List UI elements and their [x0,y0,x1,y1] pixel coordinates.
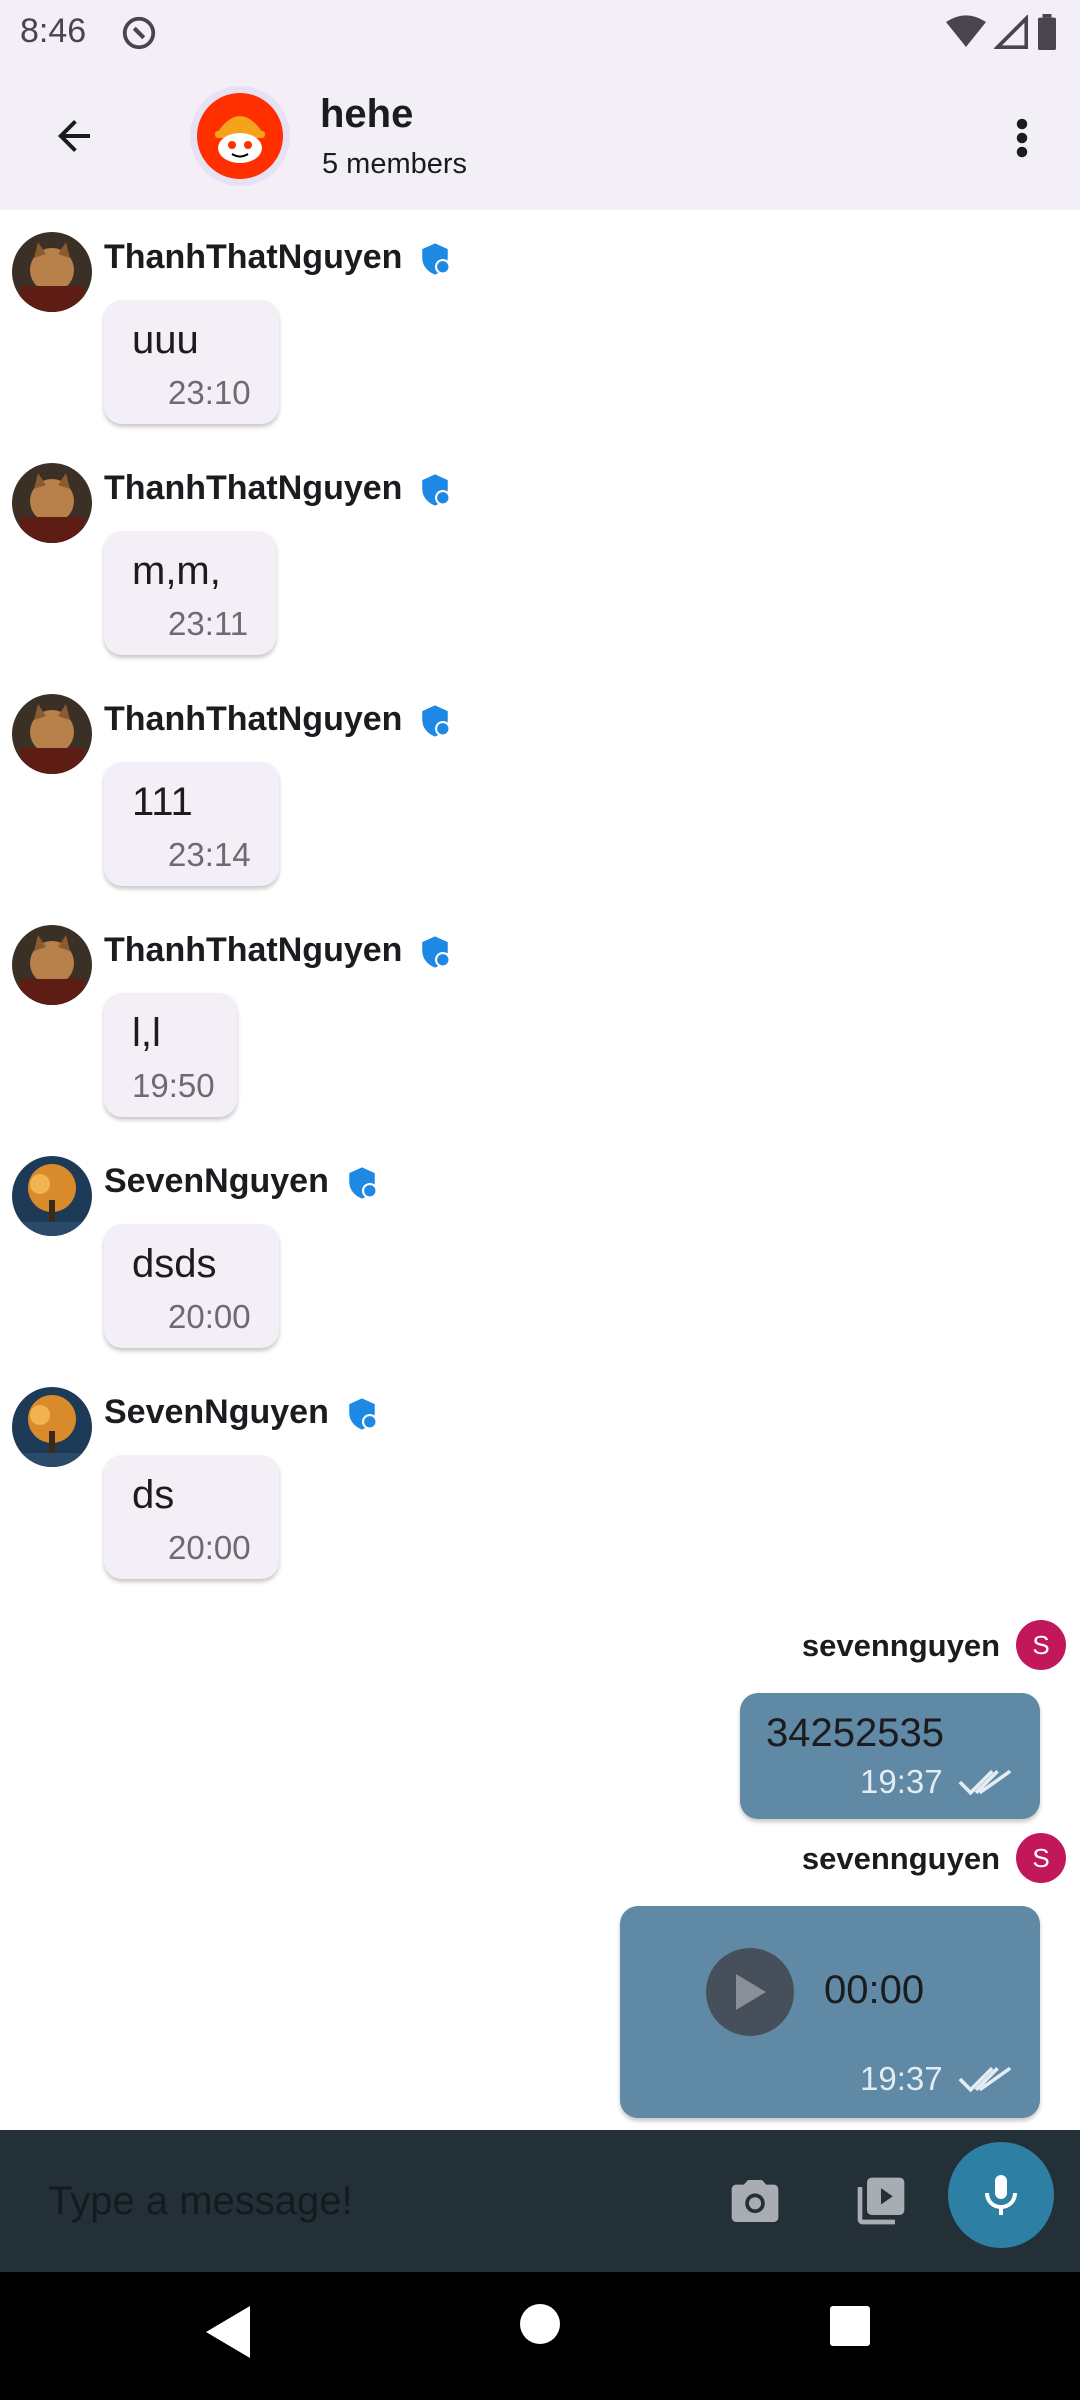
sender-avatar[interactable] [12,694,92,774]
message-text: m,m, [132,549,221,593]
message-input[interactable] [46,2170,650,2232]
own-message-bubble[interactable]: 34252535 19:37 [740,1693,1040,1819]
battery-icon [1038,14,1056,50]
status-time: 8:46 [20,12,87,50]
nav-back-icon[interactable] [198,2302,258,2362]
system-navigation-bar [0,2272,1080,2400]
play-button[interactable] [706,1948,794,2036]
camera-button[interactable] [722,2168,788,2234]
message-bubble[interactable]: ds 20:00 [104,1455,279,1579]
record-voice-button[interactable] [948,2142,1054,2248]
verified-icon [349,1167,378,1199]
more-vert-icon [1016,118,1028,158]
voice-duration: 00:00 [824,1968,925,2012]
mic-icon [985,2175,1017,2215]
sender-avatar[interactable] [12,925,92,1005]
status-bar: 8:46 [0,0,1080,62]
dog-avatar-image [12,694,92,774]
sender-name: ThanhThatNguyen [104,469,452,508]
message-bubble[interactable]: uuu 23:10 [104,300,279,424]
own-message-time: 19:37 [860,1763,943,1800]
own-sender-name: sevennguyen [801,1841,1000,1876]
message-bubble[interactable]: dsds 20:00 [104,1224,279,1348]
verified-icon [349,1398,378,1430]
sender-avatar[interactable] [12,1156,92,1236]
video-library-icon [857,2177,905,2225]
app-bar: hehe 5 members [0,62,1080,210]
verified-icon [422,243,452,275]
group-title: hehe [320,92,414,136]
verified-icon [422,705,452,737]
video-library-button[interactable] [848,2168,914,2234]
message-time: 23:11 [168,605,249,642]
message-text: l,l [132,1011,161,1055]
at-sign-icon [122,16,156,50]
message-time: 20:00 [168,1529,251,1566]
reddit-mascot-icon [197,93,283,179]
camera-icon [731,2180,779,2222]
tree-avatar-image [12,1156,92,1236]
own-avatar[interactable]: S [1016,1833,1066,1883]
nav-home-button[interactable] [520,2304,560,2344]
own-message-time: 19:37 [860,2060,943,2097]
message-time: 23:14 [168,836,251,873]
sender-name: SevenNguyen [104,1393,379,1432]
verified-icon [422,936,452,968]
verified-icon [422,474,452,506]
more-options-button[interactable] [992,102,1052,174]
message-time: 23:10 [168,374,251,411]
sender-name: ThanhThatNguyen [104,700,452,739]
message-composer [0,2130,1080,2272]
arrow-back-icon [58,120,90,152]
dog-avatar-image [12,463,92,543]
play-icon [736,1974,766,2010]
own-avatar[interactable]: S [1016,1620,1066,1670]
sender-avatar[interactable] [12,1387,92,1467]
message-time: 20:00 [168,1298,251,1335]
message-text: ds [132,1473,175,1517]
own-sender-name: sevennguyen [801,1628,1000,1663]
message-list[interactable]: ThanhThatNguyen uuu 23:10 ThanhThatNguye… [0,210,1080,2130]
message-bubble[interactable]: 111 23:14 [104,762,279,886]
double-check-icon [958,1769,1012,1796]
message-text: uuu [132,318,199,362]
message-text: 111 [132,780,193,824]
wifi-icon [946,15,986,48]
own-message-text: 34252535 [766,1711,944,1755]
dog-avatar-image [12,232,92,312]
tree-avatar-image [12,1387,92,1467]
sender-avatar[interactable] [12,463,92,543]
sender-name: ThanhThatNguyen [104,238,452,277]
message-bubble[interactable]: m,m, 23:11 [104,531,277,655]
voice-message-bubble[interactable]: 00:00 19:37 [620,1906,1040,2118]
sender-avatar[interactable] [12,232,92,312]
signal-icon [994,15,1028,49]
message-text: dsds [132,1242,217,1286]
nav-recents-button[interactable] [830,2306,870,2346]
sender-name: SevenNguyen [104,1162,379,1201]
double-check-icon [958,2066,1012,2093]
dog-avatar-image [12,925,92,1005]
group-avatar[interactable] [190,86,290,186]
message-bubble[interactable]: l,l 19:50 [104,993,237,1117]
message-time: 19:50 [132,1067,215,1104]
back-button[interactable] [38,100,110,172]
sender-name: ThanhThatNguyen [104,931,452,970]
group-member-count: 5 members [322,148,468,180]
status-icons [946,14,1058,50]
